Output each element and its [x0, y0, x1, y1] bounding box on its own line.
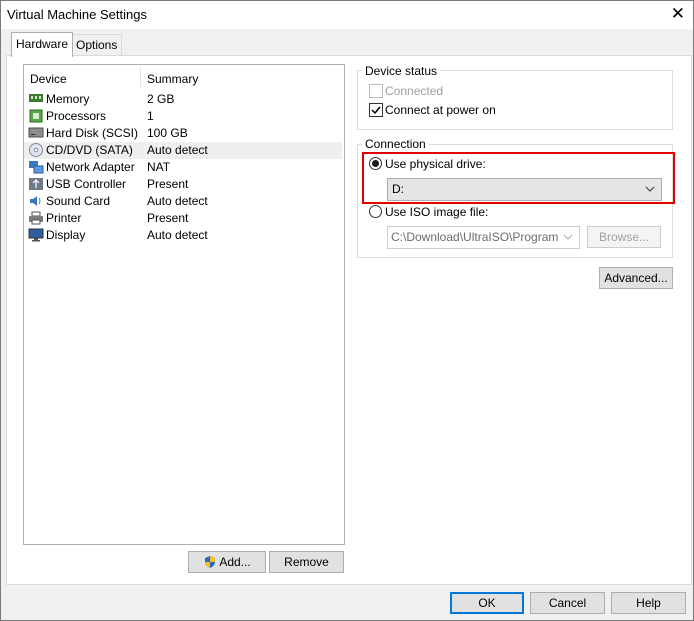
device-row-memory[interactable]: Memory 2 GB — [24, 91, 342, 108]
connect-at-power-on-checkbox[interactable] — [369, 103, 383, 117]
physical-drive-value: D: — [392, 182, 404, 196]
connected-label: Connected — [385, 84, 444, 98]
title-bar: Virtual Machine Settings ✕ — [1, 1, 693, 29]
device-name: Network Adapter — [46, 160, 135, 174]
remove-hardware-button[interactable]: Remove — [269, 551, 344, 573]
connect-at-power-on-label: Connect at power on — [385, 103, 496, 117]
connected-checkbox[interactable] — [369, 84, 383, 98]
column-divider[interactable] — [140, 67, 141, 87]
device-row-sound-card[interactable]: Sound Card Auto detect — [24, 193, 342, 210]
shield-icon — [203, 555, 217, 575]
usb-icon — [28, 177, 44, 192]
device-row-cd-dvd[interactable]: CD/DVD (SATA) Auto detect — [24, 142, 342, 159]
device-summary: 1 — [147, 109, 154, 123]
cd-dvd-icon — [28, 143, 44, 158]
device-list[interactable]: Device Summary Memory 2 GB Processors 1 … — [23, 64, 345, 545]
device-row-printer[interactable]: Printer Present — [24, 210, 342, 227]
device-summary: Auto detect — [147, 143, 208, 157]
connection-legend: Connection — [362, 137, 429, 151]
device-row-network-adapter[interactable]: Network Adapter NAT — [24, 159, 342, 176]
chevron-down-icon — [563, 227, 573, 248]
use-iso-image-label: Use ISO image file: — [385, 205, 489, 219]
physical-drive-select[interactable]: D: — [387, 178, 662, 201]
device-name: Memory — [46, 92, 90, 106]
device-summary: 100 GB — [147, 126, 188, 140]
iso-path-combobox[interactable]: C:\Download\UltraISO\Program — [387, 226, 580, 249]
add-hardware-button[interactable]: Add... — [188, 551, 266, 573]
device-summary: Auto detect — [147, 194, 208, 208]
device-name: Display — [46, 228, 86, 242]
browse-button[interactable]: Browse... — [587, 226, 661, 248]
cancel-button[interactable]: Cancel — [530, 592, 605, 614]
use-physical-drive-radio[interactable] — [369, 157, 382, 170]
column-header-device[interactable]: Device — [30, 72, 67, 86]
iso-path-value: C:\Download\UltraISO\Program — [391, 230, 559, 244]
network-adapter-icon — [28, 160, 44, 175]
device-name: Hard Disk (SCSI) — [46, 126, 139, 140]
device-name: USB Controller — [46, 177, 127, 191]
processor-icon — [28, 109, 44, 124]
device-name: Processors — [46, 109, 107, 123]
device-name: CD/DVD (SATA) — [46, 143, 133, 157]
window-title: Virtual Machine Settings — [7, 7, 147, 22]
memory-icon — [28, 92, 44, 107]
device-status-legend: Device status — [362, 64, 441, 78]
use-iso-image-radio[interactable] — [369, 205, 382, 218]
device-row-processors[interactable]: Processors 1 — [24, 108, 342, 125]
sound-card-icon — [28, 194, 44, 209]
ok-button[interactable]: OK — [450, 592, 524, 614]
help-button[interactable]: Help — [611, 592, 686, 614]
chevron-down-icon — [645, 179, 655, 207]
add-button-label: Add... — [219, 555, 251, 569]
device-row-usb-controller[interactable]: USB Controller Present — [24, 176, 342, 193]
close-icon[interactable]: ✕ — [671, 5, 685, 23]
device-status-group — [357, 70, 673, 130]
hard-disk-icon — [28, 126, 44, 141]
device-summary: NAT — [147, 160, 171, 174]
tab-hardware[interactable]: Hardware — [11, 32, 74, 57]
radio-selected-dot — [372, 160, 379, 167]
device-name: Sound Card — [46, 194, 111, 208]
device-summary: Present — [147, 177, 189, 191]
printer-icon — [28, 211, 44, 226]
tab-options[interactable]: Options — [71, 34, 123, 55]
virtual-machine-settings-dialog: Virtual Machine Settings ✕ Hardware Opti… — [0, 0, 694, 621]
checkmark-icon — [371, 106, 381, 115]
advanced-button[interactable]: Advanced... — [599, 267, 673, 289]
device-summary: 2 GB — [147, 92, 175, 106]
use-physical-drive-label: Use physical drive: — [385, 157, 486, 171]
device-name: Printer — [46, 211, 82, 225]
column-header-summary[interactable]: Summary — [147, 72, 198, 86]
device-row-display[interactable]: Display Auto detect — [24, 227, 342, 244]
device-row-hard-disk[interactable]: Hard Disk (SCSI) 100 GB — [24, 125, 342, 142]
device-summary: Present — [147, 211, 189, 225]
display-icon — [28, 228, 44, 243]
device-summary: Auto detect — [147, 228, 208, 242]
